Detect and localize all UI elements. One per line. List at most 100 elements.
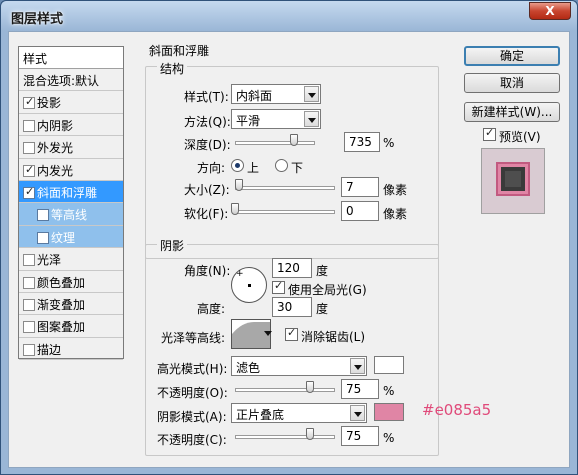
style-list-item[interactable]: 渐变叠加	[19, 293, 123, 316]
style-list-item[interactable]: 外发光	[19, 136, 123, 159]
angle-label: 角度(N):	[184, 264, 231, 278]
style-list-item-label: 光泽	[37, 253, 62, 268]
highlight-opacity-label: 不透明度(O):	[157, 386, 228, 400]
angle-input[interactable]: 120	[272, 258, 312, 278]
soften-unit: 像素	[383, 207, 408, 221]
altitude-label: 高度:	[197, 302, 226, 316]
soften-slider[interactable]	[235, 210, 335, 214]
style-list-item[interactable]: 图案叠加	[19, 315, 123, 338]
cancel-button[interactable]: 取消	[464, 73, 560, 93]
global-light-checkbox[interactable]	[272, 279, 285, 294]
style-label: 样式(T):	[184, 90, 229, 104]
style-list-checkbox[interactable]	[23, 185, 35, 199]
style-list-item[interactable]: 光泽	[19, 248, 123, 271]
direction-down-label: 下	[291, 161, 304, 175]
size-unit: 像素	[383, 183, 408, 197]
style-list-item[interactable]: 等高线	[19, 203, 123, 226]
chevron-down-icon[interactable]	[264, 331, 272, 336]
layer-style-dialog: 图层样式 X 样式 混合选项:默认投影内阴影外发光内发光斜面和浮雕等高线纹理光泽…	[0, 0, 578, 475]
soften-input[interactable]: 0	[341, 201, 379, 221]
technique-value: 平滑	[236, 114, 261, 128]
chevron-down-icon	[304, 86, 319, 102]
shadow-mode-label: 阴影模式(A):	[157, 410, 227, 424]
direction-down-radio[interactable]	[275, 159, 288, 172]
style-list-item-label: 投影	[37, 96, 62, 111]
shadow-mode-select[interactable]: 正片叠底	[231, 403, 367, 423]
style-list-item[interactable]: 投影	[19, 91, 123, 114]
direction-up-label: 上	[247, 161, 260, 175]
chevron-down-icon	[304, 111, 319, 127]
shadow-opacity-input[interactable]: 75	[341, 426, 379, 446]
dialog-body: 样式 混合选项:默认投影内阴影外发光内发光斜面和浮雕等高线纹理光泽颜色叠加渐变叠…	[8, 31, 570, 468]
preview-checkbox[interactable]	[483, 126, 496, 141]
color-annotation: #e085a5	[422, 401, 492, 419]
style-list-item[interactable]: 混合选项:默认	[19, 69, 123, 92]
style-list-item[interactable]: 纹理	[19, 225, 123, 249]
style-list-header[interactable]: 样式	[19, 47, 123, 69]
altitude-unit: 度	[316, 302, 329, 316]
title-bar[interactable]: 图层样式 X	[1, 1, 577, 31]
shadow-opacity-slider[interactable]	[235, 435, 335, 439]
style-list-checkbox[interactable]	[23, 298, 35, 311]
style-list-checkbox[interactable]	[23, 276, 35, 289]
size-slider-thumb[interactable]	[235, 179, 243, 191]
highlight-mode-label: 高光模式(H):	[157, 362, 228, 376]
style-list-item-label: 图案叠加	[37, 320, 86, 335]
style-list-item[interactable]: 内发光	[19, 159, 123, 181]
style-list-item-label: 纹理	[51, 230, 76, 245]
preview-label: 预览(V)	[499, 130, 541, 144]
style-list-checkbox[interactable]	[23, 142, 35, 155]
direction-label: 方向:	[197, 161, 226, 175]
shadow-opacity-thumb[interactable]	[306, 428, 314, 440]
shading-group-title: 阴影	[157, 237, 188, 254]
size-label: 大小(Z):	[184, 183, 230, 197]
highlight-opacity-slider[interactable]	[235, 388, 335, 392]
crosshair-icon: +	[236, 269, 244, 279]
bevel-style-select[interactable]: 内斜面	[231, 84, 321, 104]
style-list-item[interactable]: 内阴影	[19, 114, 123, 137]
style-list-checkbox[interactable]	[37, 231, 49, 244]
shadow-opacity-label: 不透明度(C):	[157, 433, 227, 447]
structure-group-title: 结构	[157, 60, 188, 77]
depth-slider[interactable]	[235, 141, 315, 145]
style-list-item-label: 斜面和浮雕	[37, 185, 98, 200]
highlight-mode-select[interactable]: 滤色	[231, 356, 367, 376]
highlight-opacity-thumb[interactable]	[306, 381, 314, 393]
depth-input[interactable]: 735	[344, 132, 380, 152]
preview-swatch-image	[482, 149, 544, 213]
depth-unit: %	[383, 136, 395, 150]
new-style-button[interactable]: 新建样式(W)...	[464, 102, 560, 122]
shadow-color-swatch[interactable]	[374, 403, 404, 421]
style-list-checkbox[interactable]	[23, 119, 35, 132]
style-list-item[interactable]: 描边	[19, 338, 123, 361]
style-list-checkbox[interactable]	[23, 321, 35, 334]
dial-center	[248, 284, 251, 287]
shadow-mode-value: 正片叠底	[236, 408, 285, 422]
style-list-checkbox[interactable]	[37, 209, 49, 222]
antialias-label: 消除锯齿(L)	[301, 330, 366, 344]
close-button[interactable]: X	[529, 2, 571, 20]
size-input[interactable]: 7	[341, 177, 379, 197]
style-list-checkbox[interactable]	[23, 343, 35, 356]
altitude-input[interactable]: 30	[272, 297, 312, 317]
direction-up-radio[interactable]	[231, 159, 244, 172]
style-list-checkbox[interactable]	[23, 95, 35, 110]
ok-button[interactable]: 确定	[464, 46, 560, 66]
style-list-item[interactable]: 颜色叠加	[19, 271, 123, 293]
size-slider[interactable]	[235, 186, 335, 190]
soften-slider-thumb[interactable]	[231, 203, 239, 215]
highlight-opacity-input[interactable]: 75	[341, 379, 379, 399]
highlight-mode-value: 滤色	[236, 361, 261, 375]
style-list-checkbox[interactable]	[23, 254, 35, 267]
technique-select[interactable]: 平滑	[231, 109, 321, 129]
angle-dial[interactable]: +	[231, 267, 267, 303]
chevron-down-icon	[350, 358, 365, 374]
style-list-item-label: 内阴影	[37, 118, 74, 133]
style-list-item[interactable]: 斜面和浮雕	[19, 180, 123, 204]
style-list-item-label: 外发光	[37, 141, 74, 156]
highlight-color-swatch[interactable]	[374, 356, 404, 374]
bevel-section-title: 斜面和浮雕	[149, 44, 210, 58]
antialias-checkbox[interactable]	[285, 326, 298, 341]
style-list-checkbox[interactable]	[23, 163, 35, 177]
depth-slider-thumb[interactable]	[290, 134, 299, 146]
